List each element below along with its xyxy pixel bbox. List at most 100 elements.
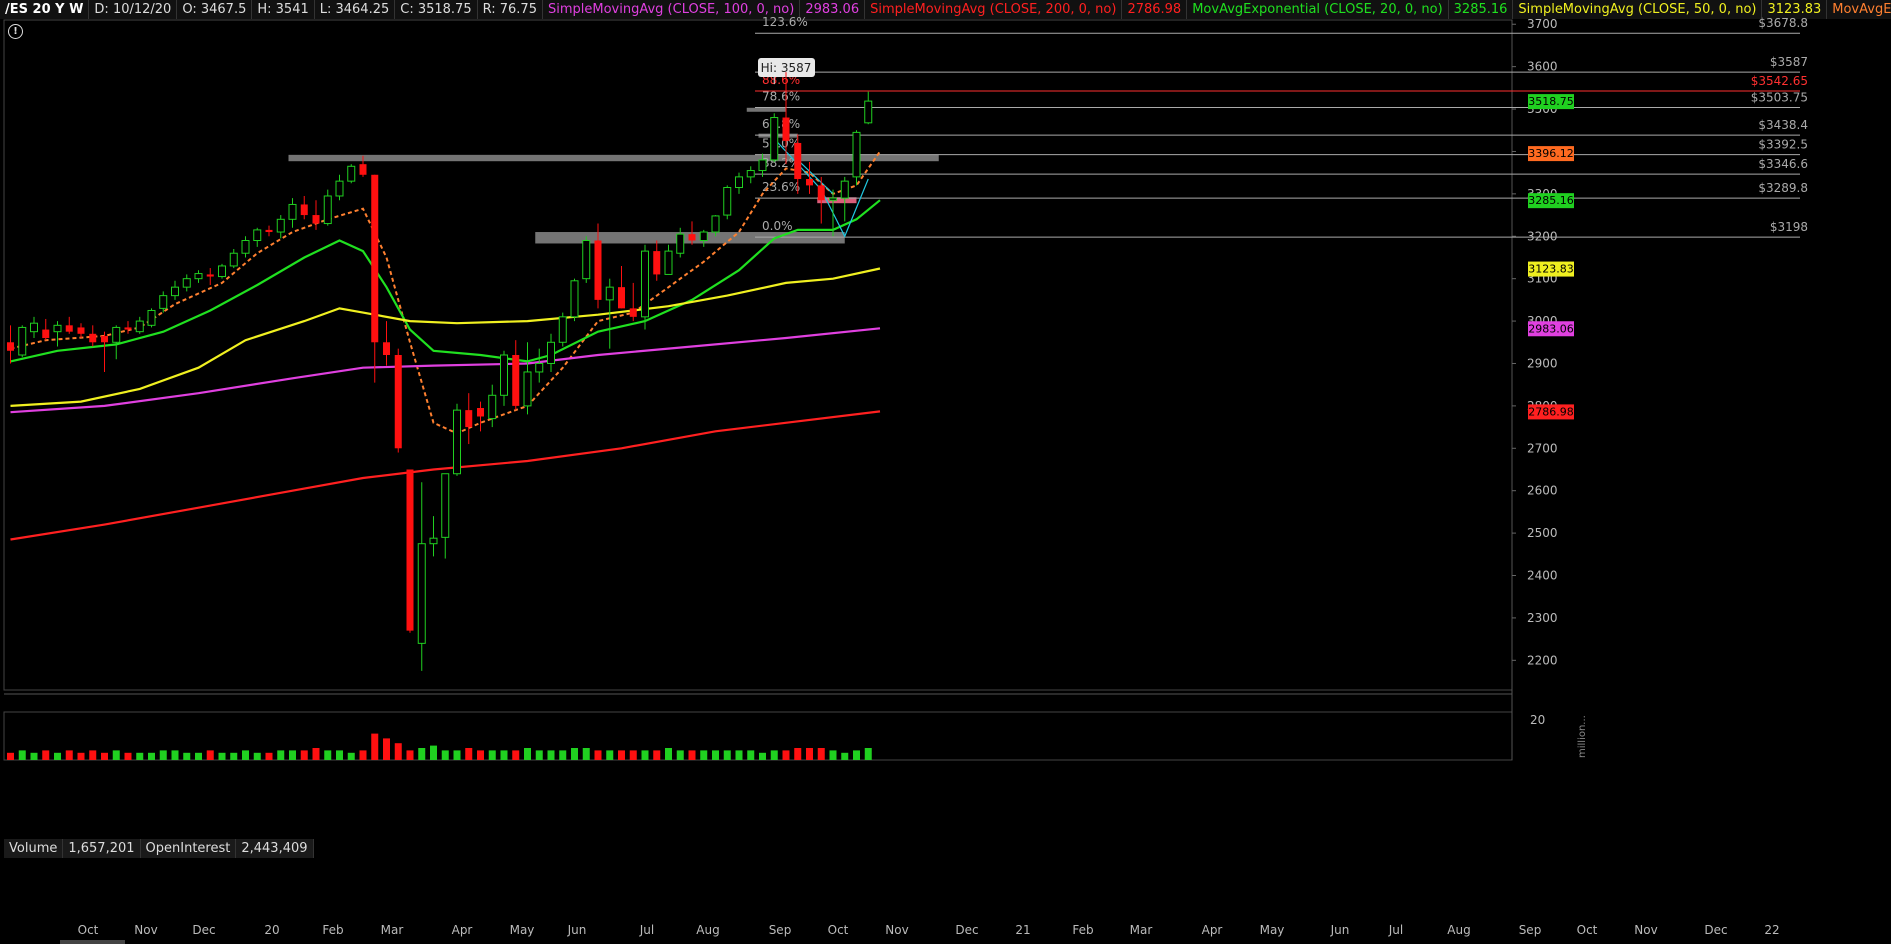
candle-body	[300, 204, 308, 216]
candle-body	[335, 180, 344, 197]
volume-bar	[817, 748, 825, 760]
candle-body	[641, 250, 649, 318]
candle-body	[383, 342, 390, 355]
axis-value-tag-text: 2786.98	[1528, 405, 1574, 418]
y-tick-label: 3600	[1527, 60, 1558, 74]
x-tick-label: May	[510, 923, 535, 937]
x-tick-label: Nov	[1634, 923, 1657, 937]
volume-bar	[465, 748, 473, 760]
fib-price-label: $3392.5	[1758, 138, 1808, 152]
candle-body	[535, 362, 544, 373]
x-tick-label: Mar	[381, 923, 404, 937]
volume-bar	[159, 750, 167, 760]
volume-bar	[676, 750, 684, 760]
volume-bar	[747, 750, 755, 760]
volume-bar	[183, 752, 191, 760]
volume-bar	[488, 750, 496, 760]
candle-body	[218, 265, 226, 278]
candle-body	[512, 355, 520, 406]
volume-bar	[7, 752, 14, 760]
candle-body	[488, 394, 497, 420]
candle-body	[840, 180, 849, 199]
fib-pct-label: 61.8%	[762, 117, 800, 131]
volume-bar	[618, 750, 625, 760]
x-tick-label: Mar	[1130, 923, 1153, 937]
volume-label[interactable]: Volume	[4, 839, 64, 858]
y-tick-label: 3700	[1527, 17, 1558, 31]
candle-body	[582, 240, 591, 280]
candle-body	[406, 469, 414, 631]
x-tick-label: Oct	[1577, 923, 1598, 937]
price-zone	[288, 154, 939, 162]
candle-body	[441, 473, 450, 538]
volume-bar	[65, 750, 73, 760]
candle-body	[758, 159, 767, 172]
oi-label[interactable]: OpenInterest	[140, 839, 237, 858]
y-tick-label: 2200	[1527, 653, 1558, 667]
candle-body	[429, 537, 438, 545]
moving-average-line	[10, 150, 881, 435]
volume-bar	[700, 750, 708, 760]
x-tick-label: 21	[1015, 923, 1030, 937]
candle-body	[605, 286, 614, 301]
fib-price-label: $3678.8	[1758, 16, 1808, 30]
candle-body	[18, 326, 27, 356]
x-tick-label: May	[1260, 923, 1285, 937]
volume-bar	[559, 750, 567, 760]
x-tick-label: Oct	[828, 923, 849, 937]
y-tick-label: 2300	[1527, 611, 1558, 625]
x-tick-label: 22	[1764, 923, 1779, 937]
volume-bar	[453, 750, 461, 760]
volume-bar	[277, 750, 285, 760]
candle-body	[394, 355, 402, 449]
x-tick-label: Aug	[696, 923, 719, 937]
candle-body	[101, 335, 108, 343]
candle-body	[347, 165, 356, 182]
fib-price-label: $3503.75	[1751, 90, 1808, 104]
x-tick-label: Nov	[134, 923, 157, 937]
volume-bar	[265, 752, 273, 760]
volume-bar	[124, 752, 132, 760]
axis-value-tag-text: 3123.83	[1528, 263, 1574, 276]
volume-axis-unit: million...	[1577, 715, 1588, 758]
volume-bar	[347, 752, 355, 760]
volume-bar	[206, 750, 214, 760]
candle-body	[594, 240, 602, 300]
volume-bar	[18, 750, 26, 760]
candle-body	[417, 543, 426, 644]
volume-bar	[242, 750, 249, 760]
candle-body	[135, 320, 144, 333]
volume-bar	[594, 750, 602, 760]
candle-body	[746, 170, 755, 178]
volume-bar	[324, 750, 332, 760]
price-zone	[746, 107, 786, 112]
volume-bar	[806, 748, 813, 760]
volume-bar	[864, 748, 872, 760]
volume-bar	[571, 748, 578, 760]
candle-body	[864, 100, 873, 124]
fib-pct-label: 23.6%	[762, 180, 800, 194]
y-tick-label: 2900	[1527, 356, 1558, 370]
volume-bar	[735, 750, 743, 760]
candle-body	[77, 327, 85, 334]
volume-bar	[383, 738, 390, 760]
price-chart[interactable]: 2200230024002500260027002800290030003100…	[0, 0, 1891, 944]
candle-body	[500, 354, 508, 396]
fib-pct-label: 78.6%	[762, 89, 800, 103]
candle-body	[770, 117, 779, 161]
volume-bar	[688, 750, 696, 760]
y-tick-label: 2400	[1527, 569, 1558, 583]
oi-value: 2,443,409	[236, 839, 314, 858]
x-tick-label: Oct	[78, 923, 99, 937]
volume-bar	[230, 752, 238, 760]
moving-average-line	[10, 199, 881, 363]
volume-bar	[477, 750, 484, 760]
volume-value: 1,657,201	[63, 839, 141, 858]
candle-body	[523, 371, 532, 407]
volume-bar	[653, 750, 661, 760]
candle-body	[124, 327, 132, 330]
candle-body	[253, 229, 262, 242]
volume-bar	[171, 750, 179, 760]
candle-body	[359, 164, 367, 175]
trendline	[797, 159, 834, 195]
